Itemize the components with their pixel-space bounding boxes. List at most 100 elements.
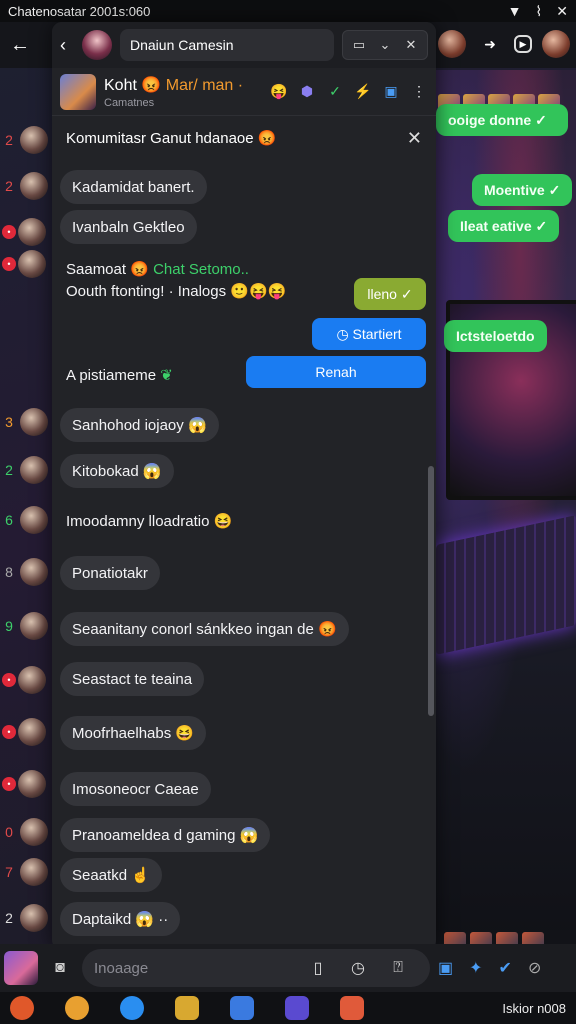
- folder-icon[interactable]: [175, 996, 199, 1020]
- app-launcher-icon[interactable]: [10, 996, 34, 1020]
- message-bubble[interactable]: Seaatkd ☝: [60, 858, 162, 892]
- rail-item[interactable]: •: [0, 244, 52, 284]
- rail-item[interactable]: 9: [0, 606, 52, 646]
- emoji-icon: 😡: [130, 261, 149, 278]
- panel-toolbar: ‹ Dnaiun Camesin ▭ ⌄ ✕: [52, 22, 436, 68]
- close-icon[interactable]: ✕: [407, 128, 422, 149]
- chat-subtitle: Camatnes: [104, 96, 155, 109]
- bolt-icon[interactable]: ⚡: [354, 83, 372, 100]
- start-button[interactable]: ◷ Startiert: [312, 318, 426, 350]
- unread-badge: •: [2, 225, 16, 239]
- forward-icon[interactable]: ➜: [476, 30, 504, 58]
- contact-avatar[interactable]: [438, 30, 466, 58]
- rail-item[interactable]: 7: [0, 852, 52, 892]
- chat-title-text: Koht: [104, 76, 137, 94]
- taskbar: Iskior n008: [0, 992, 576, 1024]
- chevron-down-icon[interactable]: ⌄: [375, 37, 395, 53]
- rail-item[interactable]: •: [0, 712, 52, 752]
- message-text: A pistiameme: [66, 367, 157, 384]
- clock-text: Iskior n008: [502, 1000, 566, 1016]
- rail-item[interactable]: 8: [0, 552, 52, 592]
- message-bubble[interactable]: Daptaikd 😱 ··: [60, 902, 181, 936]
- rail-item[interactable]: 6: [0, 500, 52, 540]
- app-icon[interactable]: ▣: [382, 83, 400, 100]
- rail-item[interactable]: 2: [0, 898, 52, 938]
- check-icon[interactable]: ✔: [499, 958, 512, 978]
- message-text: Ponatiotakr: [72, 564, 148, 582]
- app-icon[interactable]: [340, 996, 364, 1020]
- rail-item[interactable]: 3: [0, 402, 52, 442]
- avatar[interactable]: [4, 951, 38, 985]
- avatar: [20, 506, 48, 534]
- camera-icon[interactable]: ◙: [46, 959, 74, 977]
- play-icon[interactable]: ▶: [514, 35, 532, 53]
- message-line[interactable]: Imoodamny lloadratio 😆: [66, 512, 232, 530]
- back-arrow-icon[interactable]: ←: [10, 34, 40, 57]
- rgb-keyboard-image: [436, 515, 576, 655]
- minimize-window-icon[interactable]: ▭: [349, 37, 369, 53]
- message-bubble[interactable]: Imosoneocr Caeae: [60, 772, 211, 806]
- message-bubble[interactable]: Seastact te teaina: [60, 662, 205, 696]
- message-bubble[interactable]: Moofrhaelhabs 😆: [60, 716, 207, 750]
- message-bubble[interactable]: Pranoameldea d gaming 😱: [60, 818, 271, 852]
- chat-header: Koht 😡 Mar/ man · Camatnes 😝 ⬢ ✓ ⚡ ▣ ⋮: [52, 68, 436, 116]
- close-icon[interactable]: ✕: [401, 37, 421, 53]
- message-text: Moofrhaelhabs: [72, 724, 172, 742]
- message-text: Kadamidat banert.: [72, 178, 195, 196]
- message-text: Imosoneocr Caeae: [72, 780, 199, 798]
- search-input[interactable]: Dnaiun Camesin: [120, 29, 334, 61]
- emoji-icon: 😆: [213, 513, 233, 530]
- attach-icon[interactable]: ▯: [298, 958, 338, 978]
- rail-item[interactable]: 2: [0, 120, 52, 160]
- unread-count: 2: [5, 910, 13, 926]
- outgoing-bubble[interactable]: lleno ✓: [354, 278, 426, 310]
- app-icon[interactable]: [65, 996, 89, 1020]
- message-text: Ivanbaln Gektleo: [72, 218, 185, 236]
- rail-item[interactable]: 2: [0, 450, 52, 490]
- emoji-icon[interactable]: 😝: [270, 83, 288, 100]
- unread-badge: •: [2, 725, 16, 739]
- leaf-icon[interactable]: ✓: [326, 83, 344, 100]
- message-line[interactable]: A pistiameme ❦: [66, 366, 173, 384]
- message-bubble[interactable]: Sanhohod iojaoy 😱: [60, 408, 219, 442]
- scrollbar[interactable]: [428, 466, 434, 716]
- message-text: Seaatkd: [72, 866, 128, 884]
- profile-avatar[interactable]: [542, 30, 570, 58]
- message-bubble[interactable]: Kitobokad 😱: [60, 454, 174, 488]
- chat-title[interactable]: Koht 😡 Mar/ man ·: [104, 75, 270, 95]
- chat-app-icon[interactable]: [120, 996, 144, 1020]
- sticker-icon[interactable]: ⍰: [378, 959, 418, 977]
- group-avatar[interactable]: [60, 73, 96, 110]
- app-icon[interactable]: [285, 996, 309, 1020]
- emoji-icon: 🙂😝😝: [230, 283, 287, 300]
- avatar[interactable]: [82, 30, 112, 60]
- message-input[interactable]: Inoaage ▯ ◷ ⍰: [82, 949, 430, 987]
- message-bubble[interactable]: Seaanitany conorl sánkkeo ingan de 😡: [60, 612, 349, 646]
- chat-title-highlight: Mar/ man ·: [165, 76, 244, 94]
- rail-item[interactable]: •: [0, 660, 52, 700]
- rail-item[interactable]: 0: [0, 812, 52, 852]
- close-icon[interactable]: ✕: [556, 3, 568, 20]
- avatar: [20, 558, 48, 586]
- chevron-left-icon[interactable]: ‹: [60, 35, 78, 56]
- message-bubble[interactable]: Ponatiotakr: [60, 556, 160, 590]
- unread-count: 6: [5, 512, 13, 528]
- link-icon[interactable]: ⊘: [528, 958, 541, 978]
- message-line[interactable]: Oouth ftonting! · Inalogs 🙂😝😝: [66, 282, 286, 300]
- search-value: Dnaiun Camesin: [130, 37, 234, 53]
- avatar: [18, 250, 46, 278]
- timer-icon[interactable]: ◷: [338, 958, 378, 978]
- avatar: [20, 858, 48, 886]
- bird-icon[interactable]: ✦: [469, 958, 482, 978]
- rail-item[interactable]: •: [0, 764, 52, 804]
- app-icon[interactable]: [230, 996, 254, 1020]
- more-vertical-icon[interactable]: ⋮: [410, 83, 428, 100]
- rail-item[interactable]: 2: [0, 166, 52, 206]
- app-icon[interactable]: ▣: [438, 958, 453, 978]
- message-line[interactable]: Saamoat 😡 Chat Setomo..: [66, 260, 249, 278]
- shield-icon[interactable]: ⬢: [298, 83, 316, 100]
- unread-count: 3: [5, 414, 13, 430]
- message-bubble[interactable]: Ivanbaln Gektleo: [60, 210, 197, 244]
- reply-button[interactable]: Renah: [246, 356, 426, 388]
- message-bubble[interactable]: Kadamidat banert.: [60, 170, 207, 204]
